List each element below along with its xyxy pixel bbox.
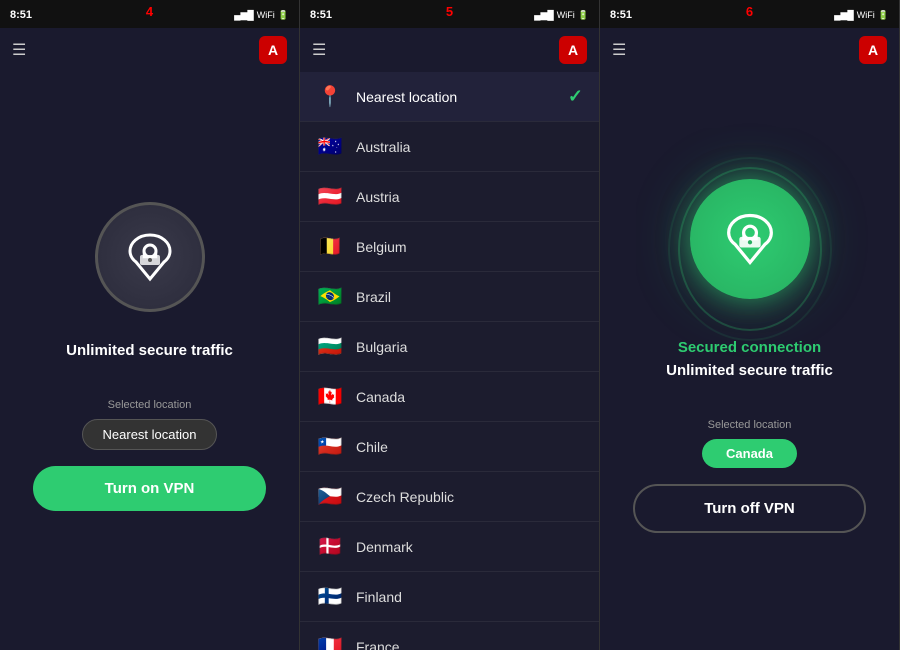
panel-number-3: 6: [746, 4, 753, 19]
list-item[interactable]: 🇩🇰 Denmark: [300, 522, 599, 572]
list-item[interactable]: 📍 Nearest location✓: [300, 72, 599, 122]
country-name: Belgium: [356, 239, 583, 255]
flag-icon: 📍: [316, 84, 344, 109]
flag-icon: 🇨🇿: [316, 484, 344, 509]
status-bar-3: 8:51 6 ▄▆█ WiFi 🔋: [600, 0, 899, 28]
menu-button-2[interactable]: ☰: [312, 40, 326, 60]
selected-check-icon: ✓: [568, 86, 583, 107]
flag-icon: 🇧🇪: [316, 234, 344, 259]
panel-disconnected: 8:51 4 ▄▆█ WiFi 🔋 ☰ A Unlimited secure t…: [0, 0, 300, 650]
main-content-3: Secured connection Unlimited secure traf…: [600, 72, 899, 650]
secured-text: Secured connection: [678, 339, 821, 356]
turn-on-vpn-button[interactable]: Turn on VPN: [33, 466, 266, 511]
time-1: 8:51: [10, 9, 32, 21]
location-pill-1[interactable]: Nearest location: [82, 419, 218, 450]
status-icons-1: ▄▆█ WiFi 🔋: [234, 10, 289, 21]
unlimited-text-3: Unlimited secure traffic: [666, 362, 833, 379]
wifi-icon: WiFi: [257, 10, 275, 20]
list-item[interactable]: 🇨🇦 Canada: [300, 372, 599, 422]
flag-icon: 🇦🇺: [316, 134, 344, 159]
selected-label-3: Selected location: [708, 419, 792, 431]
country-name: Nearest location: [356, 89, 568, 105]
selected-label-1: Selected location: [108, 399, 192, 411]
flag-icon: 🇨🇦: [316, 384, 344, 409]
list-item[interactable]: 🇦🇹 Austria: [300, 172, 599, 222]
main-content-1: Unlimited secure traffic Selected locati…: [0, 72, 299, 650]
flag-icon: 🇦🇹: [316, 184, 344, 209]
list-item[interactable]: 🇫🇷 France: [300, 622, 599, 650]
list-item[interactable]: 🇧🇷 Brazil: [300, 272, 599, 322]
signal-icon-2: ▄▆█: [534, 10, 554, 21]
list-item[interactable]: 🇨🇿 Czech Republic: [300, 472, 599, 522]
country-name: Brazil: [356, 289, 583, 305]
avira-logo-1: A: [259, 36, 287, 64]
list-item[interactable]: 🇦🇺 Australia: [300, 122, 599, 172]
panel-location-list: 8:51 5 ▄▆█ WiFi 🔋 ☰ A 📍 Nearest location✓…: [300, 0, 600, 650]
unlimited-text-1: Unlimited secure traffic: [66, 342, 233, 359]
country-name: Bulgaria: [356, 339, 583, 355]
top-nav-3: ☰ A: [600, 28, 899, 72]
avira-logo-2: A: [559, 36, 587, 64]
flag-icon: 🇧🇬: [316, 334, 344, 359]
country-name: Austria: [356, 189, 583, 205]
menu-button-1[interactable]: ☰: [12, 40, 26, 60]
flag-icon: 🇩🇰: [316, 534, 344, 559]
battery-icon: 🔋: [278, 10, 289, 21]
country-name: Chile: [356, 439, 583, 455]
country-name: Canada: [356, 389, 583, 405]
list-item[interactable]: 🇧🇪 Belgium: [300, 222, 599, 272]
country-name: Denmark: [356, 539, 583, 555]
flag-icon: 🇨🇱: [316, 434, 344, 459]
list-item[interactable]: 🇧🇬 Bulgaria: [300, 322, 599, 372]
country-name: Czech Republic: [356, 489, 583, 505]
time-3: 8:51: [610, 9, 632, 21]
status-bar-1: 8:51 4 ▄▆█ WiFi 🔋: [0, 0, 299, 28]
wifi-icon-3: WiFi: [857, 10, 875, 20]
vpn-circle-disconnected: [95, 202, 205, 312]
location-pill-3[interactable]: Canada: [702, 439, 797, 468]
country-name: France: [356, 639, 583, 650]
status-icons-2: ▄▆█ WiFi 🔋: [534, 10, 589, 21]
turn-off-vpn-button[interactable]: Turn off VPN: [633, 484, 866, 533]
list-item[interactable]: 🇫🇮 Finland: [300, 572, 599, 622]
vpn-icon-1: [120, 227, 180, 287]
vpn-icon-3: [718, 207, 782, 271]
panel-number-1: 4: [146, 4, 153, 19]
list-item[interactable]: 🇨🇱 Chile: [300, 422, 599, 472]
top-nav-1: ☰ A: [0, 28, 299, 72]
top-nav-2: ☰ A: [300, 28, 599, 72]
signal-icon-3: ▄▆█: [834, 10, 854, 21]
flag-icon: 🇧🇷: [316, 284, 344, 309]
avira-logo-3: A: [859, 36, 887, 64]
country-name: Finland: [356, 589, 583, 605]
time-2: 8:51: [310, 9, 332, 21]
wifi-icon-2: WiFi: [557, 10, 575, 20]
battery-icon-2: 🔋: [578, 10, 589, 21]
panel-number-2: 5: [446, 4, 453, 19]
signal-icon: ▄▆█: [234, 10, 254, 21]
panel-connected: 8:51 6 ▄▆█ WiFi 🔋 ☰ A Secured connection…: [600, 0, 900, 650]
country-name: Australia: [356, 139, 583, 155]
vpn-circle-connected: [690, 179, 810, 299]
menu-button-3[interactable]: ☰: [612, 40, 626, 60]
status-icons-3: ▄▆█ WiFi 🔋: [834, 10, 889, 21]
status-bar-2: 8:51 5 ▄▆█ WiFi 🔋: [300, 0, 599, 28]
country-list: 📍 Nearest location✓ 🇦🇺 Australia 🇦🇹 Austria 🇧🇪…: [300, 72, 599, 650]
glow-ring: [690, 179, 810, 319]
flag-icon: 🇫🇷: [316, 634, 344, 650]
flag-icon: 🇫🇮: [316, 584, 344, 609]
battery-icon-3: 🔋: [878, 10, 889, 21]
